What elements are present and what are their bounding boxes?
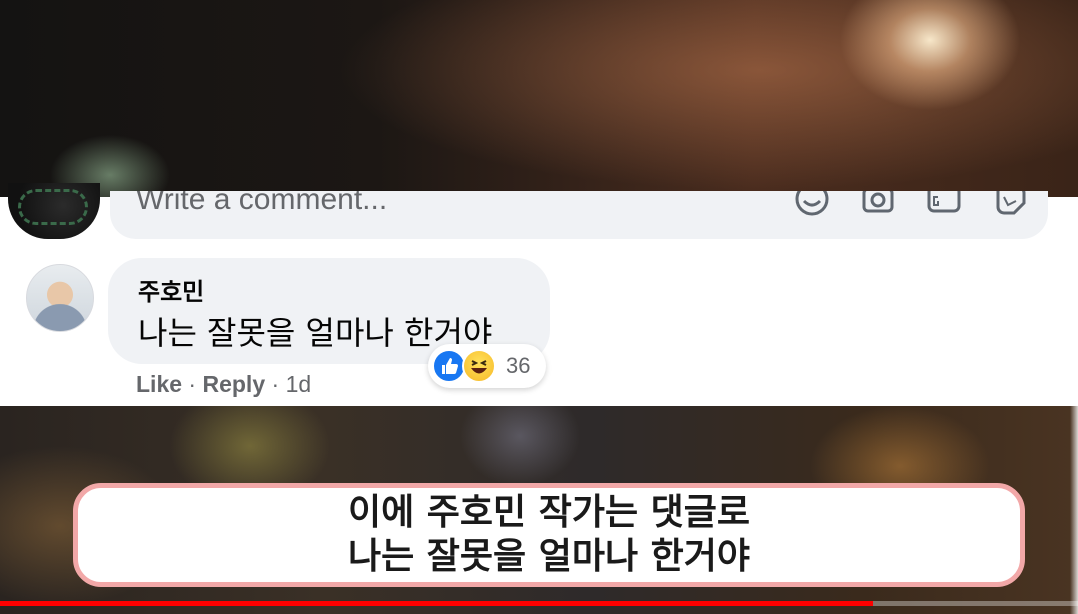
my-avatar — [8, 183, 100, 239]
subtitle-line-1: 이에 주호민 작가는 댓글로 — [348, 492, 750, 533]
scrollbar-edge — [1070, 390, 1078, 614]
gif-icon[interactable] — [926, 191, 962, 219]
sticker-icon[interactable] — [992, 191, 1028, 219]
separator: · — [265, 371, 286, 397]
video-background-top — [0, 0, 1078, 197]
avatar-decoration — [18, 189, 88, 225]
reaction-count: 36 — [506, 353, 531, 378]
comment-timestamp[interactable]: 1d — [286, 371, 312, 397]
comment-input-placeholder: Write a comment... — [136, 191, 388, 216]
subtitle-line-2: 나는 잘못을 얼마나 한거야 — [348, 536, 750, 577]
comment-input[interactable]: Write a comment... — [110, 191, 1048, 239]
video-frame: Write a comment... 주호민 나는 잘못을 얼마나 한거야 36… — [0, 0, 1078, 614]
comment-input-icons — [794, 191, 1028, 219]
reply-link[interactable]: Reply — [202, 371, 265, 397]
haha-icon — [462, 349, 496, 383]
video-progress-fill — [0, 601, 874, 606]
like-link[interactable]: Like — [136, 371, 182, 397]
facebook-comment-panel: Write a comment... 주호민 나는 잘못을 얼마나 한거야 36… — [0, 183, 1078, 406]
reaction-summary[interactable]: 36 — [428, 344, 546, 388]
video-progress-bar[interactable] — [0, 601, 1078, 606]
commenter-avatar[interactable] — [26, 264, 94, 332]
camera-icon[interactable] — [860, 191, 896, 219]
separator: · — [182, 371, 203, 397]
subtitle-box: 이에 주호민 작가는 댓글로 나는 잘못을 얼마나 한거야 — [73, 483, 1025, 587]
emoji-icon[interactable] — [794, 191, 830, 219]
comment-actions: Like · Reply · 1d — [136, 371, 311, 398]
comment-author[interactable]: 주호민 — [138, 272, 204, 307]
like-icon — [432, 349, 466, 383]
